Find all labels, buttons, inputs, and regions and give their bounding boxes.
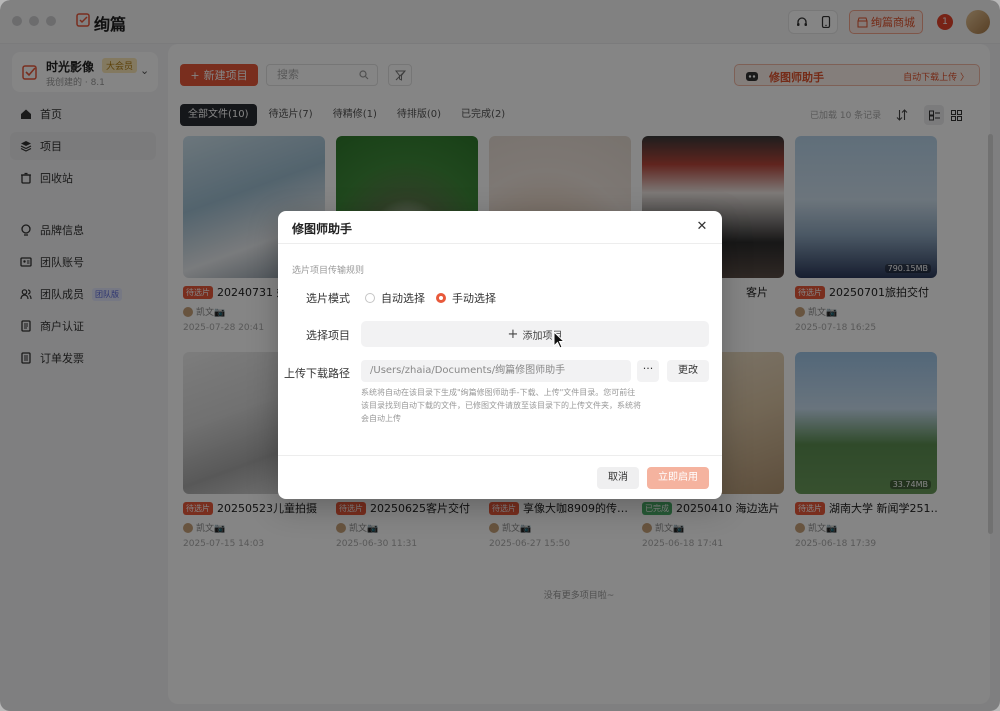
divider	[278, 455, 722, 456]
radio-label: 手动选择	[452, 292, 496, 305]
plus-icon: +	[507, 326, 519, 342]
enable-now-button[interactable]: 立即启用	[647, 467, 709, 489]
change-path-button[interactable]: 更改	[667, 360, 709, 382]
select-project-label: 选择项目	[306, 329, 350, 342]
section-title: 选片项目传输规则	[292, 266, 365, 276]
browse-button[interactable]: ···	[637, 360, 659, 382]
radio-checked-icon	[436, 293, 446, 303]
path-input[interactable]: /Users/zhaia/Documents/绚篇修图师助手	[361, 360, 631, 382]
radio-label: 自动选择	[381, 292, 425, 305]
path-label: 上传下载路径	[284, 367, 350, 380]
cancel-button[interactable]: 取消	[597, 467, 639, 489]
mode-manual-radio[interactable]: 手动选择	[436, 290, 496, 306]
mode-auto-radio[interactable]: 自动选择	[365, 290, 425, 306]
mode-label: 选片模式	[306, 292, 350, 305]
mouse-cursor-icon	[553, 331, 565, 349]
close-icon[interactable]: ✕	[695, 220, 709, 234]
app-window: 绚篇 绚篇商城 1 时光影像 大会员 我创建的 · 8.1 ⌄ 首页 项目 回收…	[0, 0, 1000, 711]
path-help-text: 系统将自动在该目录下生成"绚篇修图师助手-下载、上传"文件目录。您可前往该目录找…	[361, 388, 641, 423]
radio-unchecked-icon	[365, 293, 375, 303]
retoucher-helper-dialog: 修图师助手 ✕ 选片项目传输规则 选片模式 自动选择 手动选择 选择项目 + 添…	[278, 211, 722, 499]
divider	[278, 243, 722, 244]
dialog-title: 修图师助手	[292, 222, 353, 236]
add-project-button[interactable]: + 添加项目	[361, 321, 709, 347]
